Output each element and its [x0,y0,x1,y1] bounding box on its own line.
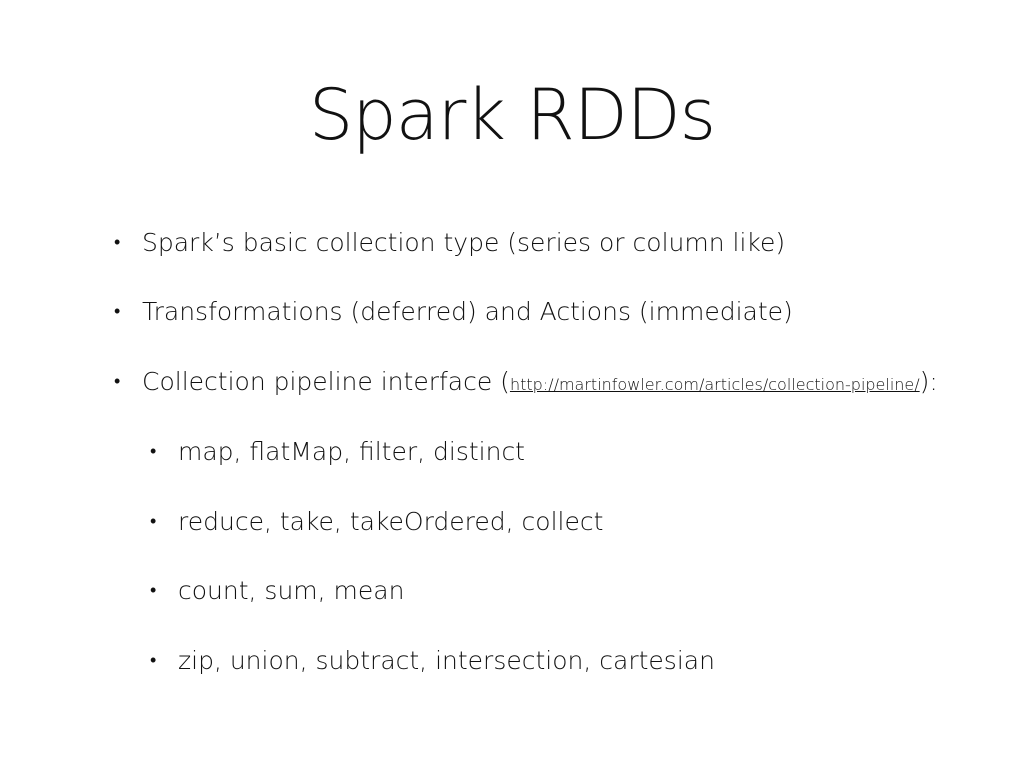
sub-bullet-text: zip, union, subtract, intersection, cart… [178,646,715,675]
sub-bullet-item: • zip, union, subtract, intersection, car… [150,646,715,676]
bullet-text-prefix: Collection pipeline interface ( [142,367,510,396]
bullet-icon: • [150,650,157,671]
bullet-icon: • [150,441,157,462]
bullet-item: • Spark’s basic collection type (series o… [114,228,785,258]
sub-bullet-text: count, sum, mean [178,576,405,605]
bullet-item: • Transformations (deferred) and Actions … [114,297,793,327]
bullet-item: • Collection pipeline interface (http://m… [114,367,938,400]
sub-bullet-item: • count, sum, mean [150,576,404,606]
sub-bullet-text: reduce, take, takeOrdered, collect [178,507,604,536]
sub-bullet-item: • map, flatMap, filter, distinct [150,437,525,467]
sub-bullet-text: map, flatMap, filter, distinct [178,437,525,466]
bullet-icon: • [150,580,157,601]
slide: Spark RDDs • Spark’s basic collection typ… [0,0,1024,768]
bullet-icon: • [114,371,121,392]
bullet-list: • Spark’s basic collection type (series o… [0,0,1024,768]
bullet-icon: • [114,232,121,253]
bullet-text: Spark’s basic collection type (series or… [142,228,786,257]
bullet-text: Transformations (deferred) and Actions (… [142,297,793,326]
bullet-icon: • [114,301,121,322]
sub-bullet-item: • reduce, take, takeOrdered, collect [150,507,603,537]
collection-pipeline-link[interactable]: http://martinfowler.com/articles/collect… [510,375,920,394]
bullet-icon: • [150,511,157,532]
bullet-text-suffix: ): [919,367,938,396]
